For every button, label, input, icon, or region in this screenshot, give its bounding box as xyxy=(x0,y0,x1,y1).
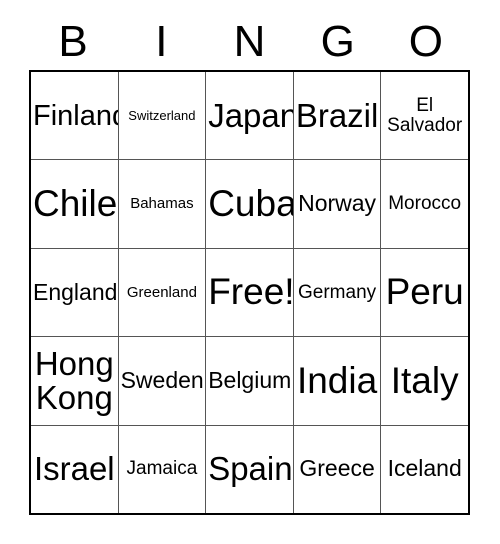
bingo-cell[interactable]: Greenland xyxy=(117,248,206,337)
bingo-cell-label: Greenland xyxy=(126,283,197,301)
bingo-cell[interactable]: Peru xyxy=(380,248,468,337)
bingo-cell[interactable]: Israel xyxy=(31,425,118,514)
bingo-cell[interactable]: Sweden xyxy=(117,337,206,425)
bingo-cell-label: Peru xyxy=(385,271,464,313)
bingo-free-label: Free! xyxy=(208,271,293,313)
bingo-row: Hong Kong Sweden Belgium India Italy xyxy=(31,336,468,425)
bingo-cell[interactable]: Cuba xyxy=(205,160,293,248)
bingo-cell[interactable]: Belgium xyxy=(205,337,293,425)
bingo-grid: Finland Switzerland Japan Brazil El Salv… xyxy=(29,70,470,515)
header-letter-n: N xyxy=(233,17,266,66)
bingo-cell[interactable]: Hong Kong xyxy=(31,337,118,425)
bingo-cell-label: Morocco xyxy=(388,193,462,215)
bingo-cell[interactable]: Iceland xyxy=(380,425,468,514)
bingo-cell-label: Sweden xyxy=(120,366,204,393)
bingo-cell-label: India xyxy=(296,359,378,401)
bingo-cell[interactable]: Greece xyxy=(292,425,381,514)
bingo-cell[interactable]: Norway xyxy=(292,160,381,248)
bingo-cell[interactable]: Bahamas xyxy=(117,160,206,248)
bingo-cell[interactable]: Morocco xyxy=(380,160,468,248)
header-letter-g: G xyxy=(320,17,355,66)
bingo-cell-label: Spain xyxy=(208,450,293,488)
bingo-cell[interactable]: Chile xyxy=(31,160,118,248)
bingo-cell-label: Chile xyxy=(33,182,118,224)
bingo-cell[interactable]: Finland xyxy=(31,72,118,160)
bingo-cell-label: Japan xyxy=(208,96,293,134)
bingo-cell-label: Finland xyxy=(33,99,118,132)
bingo-cell-label: El Salvador xyxy=(387,94,463,136)
bingo-card: B I N G O Finland Switzerland Japan Braz… xyxy=(0,0,500,544)
bingo-cell-label: Cuba xyxy=(208,182,293,224)
header-letter-b: B xyxy=(58,17,88,66)
bingo-cell[interactable]: Switzerland xyxy=(117,72,206,160)
bingo-cell-label: Switzerland xyxy=(128,107,196,123)
bingo-cell[interactable]: Spain xyxy=(205,425,293,514)
bingo-cell-label: Norway xyxy=(298,190,377,217)
bingo-cell-label: Germany xyxy=(298,281,377,303)
bingo-cell-label: Israel xyxy=(33,450,115,488)
bingo-cell-label: Brazil xyxy=(295,96,379,134)
bingo-row: Finland Switzerland Japan Brazil El Salv… xyxy=(31,72,468,160)
bingo-cell-label: Belgium xyxy=(208,366,292,393)
bingo-cell[interactable]: England xyxy=(31,248,118,337)
bingo-row: Chile Bahamas Cuba Norway Morocco xyxy=(31,159,468,248)
bingo-cell[interactable]: Japan xyxy=(205,72,293,160)
bingo-cell-label: Iceland xyxy=(387,455,462,482)
bingo-cell-label: Hong Kong xyxy=(34,344,114,416)
header-letter-i: I xyxy=(155,17,168,66)
bingo-cell-label: Jamaica xyxy=(126,458,198,480)
bingo-cell[interactable]: El Salvador xyxy=(380,72,468,160)
bingo-cell[interactable]: Italy xyxy=(380,337,468,425)
bingo-row: England Greenland Free! Germany Peru xyxy=(31,247,468,337)
header-letter-o: O xyxy=(408,17,444,66)
bingo-cell-label: Italy xyxy=(390,359,459,401)
bingo-cell[interactable]: Jamaica xyxy=(117,425,206,514)
bingo-cell[interactable]: Germany xyxy=(292,248,381,337)
bingo-cell-label: Bahamas xyxy=(130,195,194,213)
bingo-row: Israel Jamaica Spain Greece Iceland xyxy=(31,424,468,514)
bingo-free-cell[interactable]: Free! xyxy=(205,248,293,337)
bingo-header-row: B I N G O xyxy=(29,14,470,70)
bingo-cell-label: Greece xyxy=(299,455,375,482)
bingo-cell-label: England xyxy=(33,278,118,305)
bingo-cell[interactable]: India xyxy=(292,337,381,425)
bingo-cell[interactable]: Brazil xyxy=(292,72,381,160)
